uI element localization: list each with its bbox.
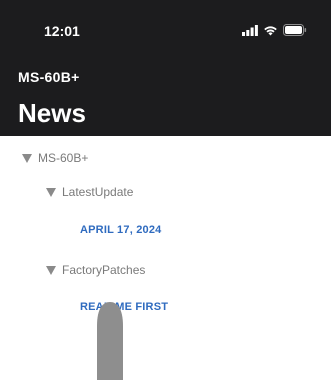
app-header: 12:01 MS-60B+ News <box>0 0 331 136</box>
page-title: News <box>18 98 86 128</box>
tree-node-root[interactable]: MS-60B+ <box>22 151 88 165</box>
status-time: 12:01 <box>44 23 80 39</box>
app-subtitle: MS-60B+ <box>18 69 80 85</box>
disclosure-triangle-icon <box>46 187 56 197</box>
battery-icon <box>283 24 307 36</box>
tree-node-label: LatestUpdate <box>62 185 134 199</box>
news-tree: MS-60B+ LatestUpdate APRIL 17, 2024 Fact… <box>0 136 331 369</box>
status-bar: 12:01 <box>0 0 331 60</box>
disclosure-triangle-icon <box>22 153 32 163</box>
status-icons <box>242 24 307 36</box>
tree-node-label: MS-60B+ <box>38 151 89 165</box>
cellular-signal-icon <box>242 24 258 36</box>
touch-pointer-icon <box>97 302 123 380</box>
tree-node-factory-patches[interactable]: FactoryPatches <box>46 263 145 277</box>
wifi-icon <box>264 25 277 35</box>
link-april-17-2024[interactable]: APRIL 17, 2024 <box>80 224 161 236</box>
tree-node-latest-update[interactable]: LatestUpdate <box>46 185 133 199</box>
disclosure-triangle-icon <box>46 265 56 275</box>
tree-node-label: FactoryPatches <box>62 263 146 277</box>
